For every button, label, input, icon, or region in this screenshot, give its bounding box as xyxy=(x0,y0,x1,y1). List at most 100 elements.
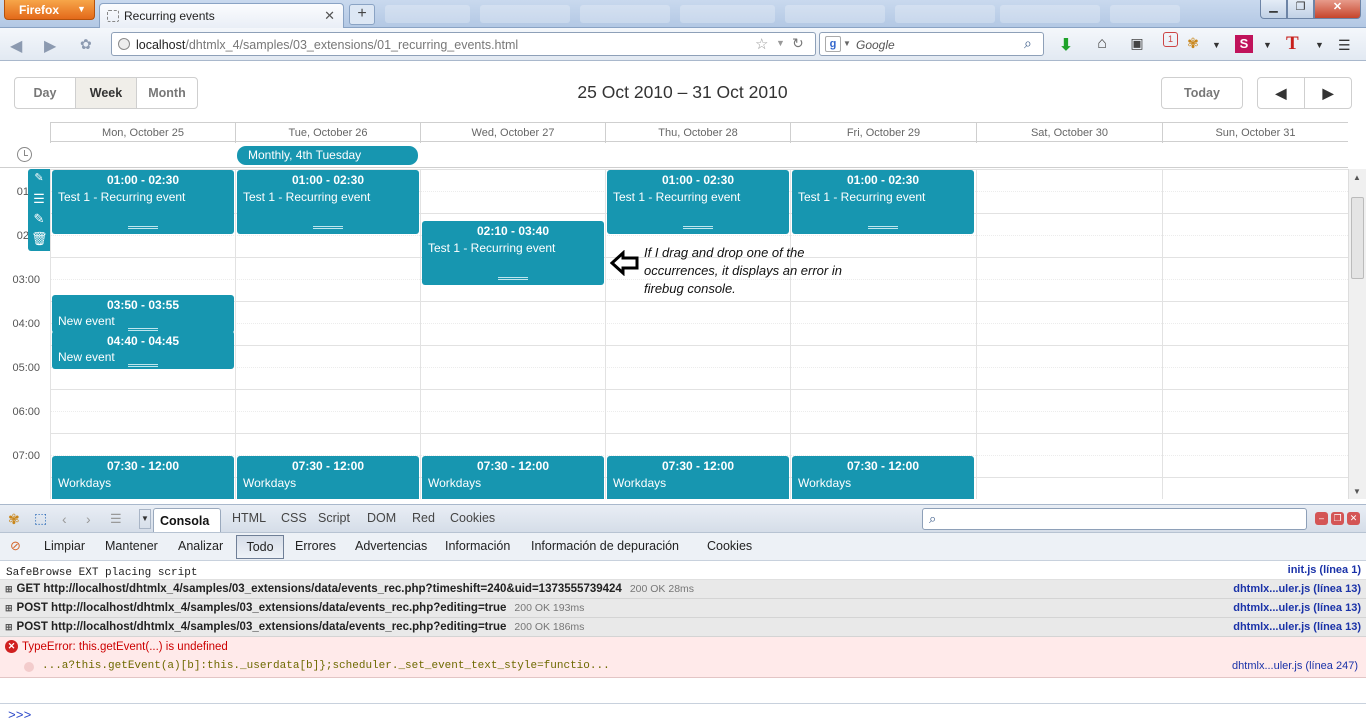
bookmark-star-icon[interactable]: ☆ xyxy=(755,35,768,53)
back-arrow-icon[interactable]: ◀ xyxy=(10,36,22,56)
expand-plus-icon[interactable]: ⊞ xyxy=(5,584,13,594)
expand-plus-icon[interactable]: ⊞ xyxy=(5,622,13,632)
next-week-button[interactable]: ▶ xyxy=(1304,77,1352,109)
event-card[interactable]: 03:50 - 03:55 New event xyxy=(52,295,234,333)
background-tab[interactable] xyxy=(1000,5,1100,23)
tab-recurring-events[interactable]: Recurring events ✕ xyxy=(99,3,344,28)
tab-week[interactable]: Week xyxy=(75,77,137,109)
error-entry[interactable]: ✕ TypeError: this.getEvent(...) is undef… xyxy=(0,637,1366,678)
scroll-down-arrow-icon[interactable]: ▼ xyxy=(1353,487,1361,496)
filter-errores[interactable]: Errores xyxy=(295,539,336,553)
menu-icon[interactable]: ☰ xyxy=(1338,37,1351,54)
resize-handle[interactable] xyxy=(868,226,898,229)
resize-handle[interactable] xyxy=(313,226,343,229)
tab-day[interactable]: Day xyxy=(14,77,76,109)
source-link[interactable]: dhtmlx...uler.js (línea 13) xyxy=(1233,621,1361,633)
event-card[interactable]: 07:30 - 12:00 Workdays xyxy=(52,456,234,499)
s-addon-icon[interactable]: S xyxy=(1235,35,1253,53)
event-card[interactable]: 02:10 - 03:40 Test 1 - Recurring event xyxy=(422,221,604,285)
scroll-thumb[interactable] xyxy=(1351,197,1364,279)
source-link[interactable]: dhtmlx...uler.js (línea 13) xyxy=(1233,602,1361,614)
filter-limpiar[interactable]: Limpiar xyxy=(44,539,85,553)
background-tab[interactable] xyxy=(895,5,995,23)
event-card[interactable]: 04:40 - 04:45 New event xyxy=(52,331,234,369)
background-tab[interactable] xyxy=(385,5,470,23)
event-card[interactable]: 01:00 - 02:30 Test 1 - Recurring event xyxy=(237,170,419,234)
background-tab[interactable] xyxy=(480,5,570,23)
search-engine-dropdown-icon[interactable]: ▼ xyxy=(843,39,851,48)
event-card[interactable]: 07:30 - 12:00 Workdays xyxy=(422,456,604,499)
firebug-search-input[interactable]: ⌕ xyxy=(922,508,1307,530)
scroll-up-arrow-icon[interactable]: ▲ xyxy=(1353,173,1361,182)
delete-trash-icon[interactable]: 🗑 xyxy=(31,231,48,247)
chevron-down-icon[interactable]: ▼ xyxy=(1212,40,1221,50)
minimize-panel-icon[interactable]: – xyxy=(1315,512,1328,525)
panel-dropdown-icon[interactable]: ▼ xyxy=(139,509,151,529)
command-line-input[interactable]: >>> xyxy=(0,703,1366,728)
source-link[interactable]: init.js (línea 1) xyxy=(1288,564,1361,576)
tab-cookies[interactable]: Cookies xyxy=(450,511,495,525)
background-tab[interactable] xyxy=(785,5,885,23)
search-bar[interactable]: g ▼ Google ⌕ xyxy=(819,32,1044,56)
home-icon[interactable]: ⌂ xyxy=(1092,35,1112,53)
filter-cookies[interactable]: Cookies xyxy=(707,539,752,553)
close-window-button[interactable]: ✕ xyxy=(1314,0,1361,19)
filter-depuracion[interactable]: Información de depuración xyxy=(531,539,679,553)
t-addon-icon[interactable]: T xyxy=(1286,33,1299,55)
event-card[interactable]: 01:00 - 02:30 Test 1 - Recurring event xyxy=(792,170,974,234)
today-button[interactable]: Today xyxy=(1161,77,1243,109)
event-card[interactable]: 07:30 - 12:00 Workdays xyxy=(792,456,974,499)
filter-todo[interactable]: Todo xyxy=(236,535,284,559)
multiday-event[interactable]: Monthly, 4th Tuesday xyxy=(237,146,418,165)
net-request-row[interactable]: ⊞ POST http://localhost/dhtmlx_4/samples/… xyxy=(0,618,1366,637)
resize-handle[interactable] xyxy=(683,226,713,229)
tab-month[interactable]: Month xyxy=(136,77,198,109)
tab-consola[interactable]: Consola ▼ xyxy=(153,508,221,541)
minimize-button[interactable]: ▁ xyxy=(1260,0,1287,19)
new-tab-button[interactable]: + xyxy=(349,4,375,25)
scheduler-scrollbar[interactable]: ▲ ▼ xyxy=(1348,169,1366,499)
net-request-row[interactable]: ⊞ GET http://localhost/dhtmlx_4/samples/0… xyxy=(0,580,1366,599)
close-tab-icon[interactable]: ✕ xyxy=(324,8,335,24)
extension-icon[interactable]: ✿ xyxy=(80,36,92,53)
forward-arrow-icon[interactable]: ▶ xyxy=(44,36,56,56)
filter-analizar[interactable]: Analizar xyxy=(178,539,223,553)
filter-mantener[interactable]: Mantener xyxy=(105,539,158,553)
resize-handle[interactable] xyxy=(498,277,528,280)
event-card[interactable]: 01:00 - 02:30 Test 1 - Recurring event xyxy=(52,170,234,234)
tab-script[interactable]: Script xyxy=(318,511,350,525)
resize-handle[interactable] xyxy=(128,226,158,229)
back-arrow-icon[interactable]: ‹ xyxy=(62,511,67,527)
forward-arrow-icon[interactable]: › xyxy=(86,511,91,527)
detach-panel-icon[interactable]: ❐ xyxy=(1331,512,1344,525)
tab-red[interactable]: Red xyxy=(412,511,435,525)
list-icon[interactable]: ☰ xyxy=(110,511,122,527)
background-tab[interactable] xyxy=(1110,5,1180,23)
chevron-down-icon[interactable]: ▼ xyxy=(1263,40,1272,50)
net-request-row[interactable]: ⊞ POST http://localhost/dhtmlx_4/samples/… xyxy=(0,599,1366,618)
clear-console-icon[interactable]: ⊘ xyxy=(10,538,21,554)
edit-pencil-icon[interactable]: ✎ xyxy=(31,171,47,184)
bookmarks-icon[interactable]: ▣ xyxy=(1127,35,1147,52)
inspect-icon[interactable]: ⬚ xyxy=(34,510,47,527)
firebug-icon[interactable]: ✾ xyxy=(8,511,20,528)
reload-icon[interactable]: ↻ xyxy=(792,35,804,52)
chevron-down-icon[interactable]: ▼ xyxy=(1315,40,1324,50)
close-panel-icon[interactable]: ✕ xyxy=(1347,512,1360,525)
source-link[interactable]: dhtmlx...uler.js (línea 247) xyxy=(1232,660,1358,672)
notification-badge-icon[interactable]: 1 xyxy=(1163,32,1178,47)
event-card[interactable]: 07:30 - 12:00 Workdays xyxy=(607,456,789,499)
tab-dom[interactable]: DOM xyxy=(367,511,396,525)
source-link[interactable]: dhtmlx...uler.js (línea 13) xyxy=(1233,583,1361,595)
firebug-icon[interactable]: ✾ xyxy=(1183,35,1203,52)
breakpoint-icon[interactable] xyxy=(24,662,34,672)
search-icon[interactable]: ⌕ xyxy=(1024,35,1032,52)
prev-week-button[interactable]: ◀ xyxy=(1257,77,1305,109)
filter-advertencias[interactable]: Advertencias xyxy=(355,539,427,553)
history-dropdown-icon[interactable]: ▼ xyxy=(776,38,785,48)
tab-css[interactable]: CSS xyxy=(281,511,307,525)
edit-icon[interactable]: ✎ xyxy=(31,211,47,227)
event-card[interactable]: 07:30 - 12:00 Workdays xyxy=(237,456,419,499)
tab-html[interactable]: HTML xyxy=(232,511,266,525)
maximize-button[interactable]: ❐ xyxy=(1287,0,1314,19)
